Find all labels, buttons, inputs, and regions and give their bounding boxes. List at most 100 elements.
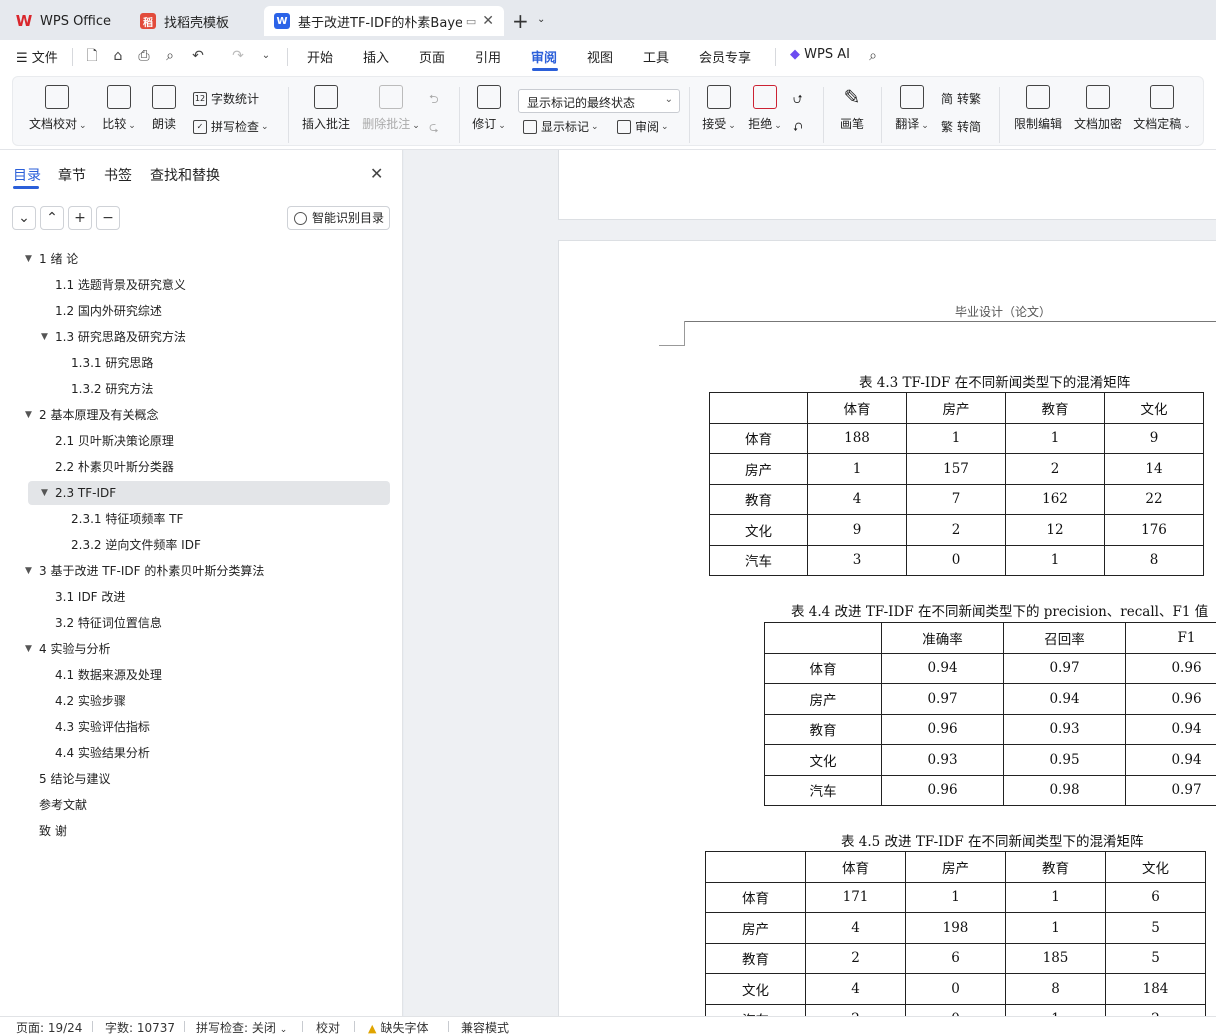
toc-item[interactable]: 2.3.1 特征项频率 TF — [0, 506, 403, 532]
expand-toggle-icon[interactable]: ▼ — [25, 636, 32, 662]
table-cell: 188 — [807, 422, 907, 454]
add-heading-button[interactable]: + — [68, 206, 92, 230]
monitor-icon[interactable]: ▭ — [466, 15, 476, 28]
accept-button[interactable]: 接受 ⌄ — [701, 85, 737, 132]
new-tab-plus-icon[interactable]: + — [512, 9, 529, 33]
undo-icon[interactable]: ↶ — [190, 48, 206, 64]
expand-toggle-icon[interactable]: ▼ — [41, 480, 48, 506]
toc-item[interactable]: 2.3.2 逆向文件频率 IDF — [0, 532, 403, 558]
expand-toggle-icon[interactable]: ▼ — [25, 246, 32, 272]
review-pane-button[interactable]: 审阅 ⌄ — [617, 118, 669, 135]
track-changes-button[interactable]: 修订 ⌄ — [471, 85, 507, 132]
expand-toggle-icon[interactable]: ▼ — [25, 402, 32, 428]
menu-page[interactable]: 页面 — [419, 47, 445, 66]
spell-check-button[interactable]: ✓ 拼写检查 ⌄ — [193, 118, 269, 135]
toc-item[interactable]: 3.1 IDF 改进 — [0, 584, 403, 610]
spell-check-status[interactable]: 拼写检查: 关闭 ⌄ — [196, 1019, 287, 1034]
tab-list-chevron-icon[interactable]: ⌄ — [537, 14, 545, 25]
collapse-up-button[interactable]: ⌃ — [40, 206, 64, 230]
finalize-button[interactable]: 文档定稿 ⌄ — [1133, 85, 1191, 132]
toc-item[interactable]: 4.2 实验步骤 — [0, 688, 403, 714]
remove-heading-button[interactable]: − — [96, 206, 120, 230]
word-count-indicator[interactable]: 字数: 10737 — [105, 1019, 175, 1034]
toc-item[interactable]: ▼ 1 绪 论 — [0, 246, 403, 272]
next-comment-icon[interactable]: ⮎ — [429, 118, 439, 139]
menu-home[interactable]: 开始 — [307, 47, 333, 66]
toc-item[interactable]: 4.1 数据来源及处理 — [0, 662, 403, 688]
toc-item[interactable]: 2.1 贝叶斯决策论原理 — [0, 428, 403, 454]
wps-ai-button[interactable]: ◆ WPS AI — [790, 47, 850, 62]
current-page[interactable]: 毕业设计（论文） 表 4.3 TF-IDF 在不同新闻类型下的混淆矩阵 体育 房产… — [558, 240, 1216, 1016]
toc-item[interactable]: ▼ 4 实验与分析 — [0, 636, 403, 662]
toc-item[interactable]: 5 结论与建议 — [0, 766, 403, 792]
prev-comment-icon[interactable]: ⮌ — [429, 90, 439, 111]
word-count-button[interactable]: 12 字数统计 — [193, 90, 259, 107]
tab-wps-office[interactable]: W WPS Office — [6, 6, 124, 36]
prev-change-icon[interactable]: ⮍ — [793, 90, 803, 111]
tab-template[interactable]: 稻 找稻壳模板 — [130, 6, 260, 36]
toc-item[interactable]: 4.3 实验评估指标 — [0, 714, 403, 740]
expand-toggle-icon[interactable]: ▼ — [41, 324, 48, 350]
active-tab-underline — [13, 186, 39, 189]
toc-item[interactable]: 4.4 实验结果分析 — [0, 740, 403, 766]
menu-tools[interactable]: 工具 — [643, 47, 669, 66]
print-icon[interactable]: ⎙ — [136, 48, 152, 64]
save-icon[interactable]: ⌂ — [110, 48, 126, 64]
markup-state-select[interactable]: 显示标记的最终状态 ⌄ — [518, 89, 680, 113]
insert-comment-button[interactable]: 插入批注 — [301, 85, 351, 132]
sidebar-tab-toc[interactable]: 目录 — [13, 165, 41, 185]
collapse-down-button[interactable]: ⌄ — [12, 206, 36, 230]
toc-item[interactable]: 致 谢 — [0, 818, 403, 844]
next-change-icon[interactable]: ⮏ — [793, 118, 803, 139]
toc-item[interactable]: 1.3.1 研究思路 — [0, 350, 403, 376]
tab-document[interactable]: W 基于改进TF-IDF的朴素Bayes文 ▭ ✕ — [264, 6, 504, 36]
file-menu[interactable]: ☰ 文件 — [16, 47, 58, 66]
menu-insert[interactable]: 插入 — [363, 47, 389, 66]
menu-reference[interactable]: 引用 — [475, 47, 501, 66]
print-preview-icon[interactable]: ⌕ — [162, 48, 178, 64]
menu-member[interactable]: 会员专享 — [699, 47, 751, 66]
show-markup-button[interactable]: 显示标记 ⌄ — [523, 118, 599, 135]
to-traditional-button[interactable]: 简转繁 — [941, 90, 981, 107]
toc-item[interactable]: 2.2 朴素贝叶斯分类器 — [0, 454, 403, 480]
sidebar-tab-bookmark[interactable]: 书签 — [104, 165, 132, 185]
document-canvas[interactable]: 毕业设计（论文） 表 4.3 TF-IDF 在不同新闻类型下的混淆矩阵 体育 房产… — [404, 150, 1216, 1016]
toc-item[interactable]: 3.2 特征词位置信息 — [0, 610, 403, 636]
sidebar-tab-chapter[interactable]: 章节 — [58, 165, 86, 185]
read-aloud-button[interactable]: 朗读 — [149, 85, 179, 132]
close-tab-icon[interactable]: ✕ — [482, 13, 494, 29]
sidebar-tab-find-replace[interactable]: 查找和替换 — [150, 165, 220, 185]
menu-review[interactable]: 审阅 — [531, 47, 557, 66]
close-icon[interactable]: ✕ — [370, 164, 383, 183]
restrict-edit-button[interactable]: 限制编辑 — [1013, 85, 1063, 132]
reject-button[interactable]: 拒绝 ⌄ — [747, 85, 783, 132]
toc-item[interactable]: 参考文献 — [0, 792, 403, 818]
quick-access-more-icon[interactable]: ⌄ — [258, 48, 274, 64]
encrypt-button[interactable]: 文档加密 — [1073, 85, 1123, 132]
table-cell: 体育 — [805, 851, 906, 883]
toc-item[interactable]: ▼ 3 基于改进 TF-IDF 的朴素贝叶斯分类算法 — [0, 558, 403, 584]
improved-confusion-matrix-table: 体育 房产 教育 文化 体育 171 1 1 6 房产 4 198 1 5 教育 2 6 185 5 文化 4 0 8 184… — [705, 851, 1206, 1016]
table-cell: 1 — [1005, 881, 1106, 913]
toc-item[interactable]: ▼ 2 基本原理及有关概念 — [0, 402, 403, 428]
delete-comment-button[interactable]: 删除批注 ⌄ — [361, 85, 421, 132]
toc-item[interactable]: ▼ 1.3 研究思路及研究方法 — [0, 324, 403, 350]
toc-item[interactable]: 1.3.2 研究方法 — [0, 376, 403, 402]
toc-item[interactable]: 1.2 国内外研究综述 — [0, 298, 403, 324]
page-indicator[interactable]: 页面: 19/24 — [16, 1019, 82, 1034]
missing-font-status[interactable]: ▲ 缺失字体 — [368, 1019, 428, 1034]
pen-button[interactable]: ✎ 画笔 — [837, 85, 867, 132]
translate-button[interactable]: 翻译 ⌄ — [893, 85, 931, 132]
proofread-button[interactable]: 文档校对 ⌄ — [29, 85, 87, 132]
proofread-status[interactable]: 校对 — [316, 1019, 340, 1034]
toc-item[interactable]: ▼ 2.3 TF-IDF — [0, 480, 403, 506]
redo-icon[interactable]: ↷ — [230, 48, 246, 64]
to-simplified-button[interactable]: 繁转简 — [941, 118, 981, 135]
smart-toc-button[interactable]: 智能识别目录 — [287, 206, 390, 230]
new-doc-icon[interactable]: 🗋 — [84, 48, 100, 64]
menu-view[interactable]: 视图 — [587, 47, 613, 66]
toc-item[interactable]: 1.1 选题背景及研究意义 — [0, 272, 403, 298]
search-icon[interactable]: ⌕ — [865, 48, 881, 64]
compare-button[interactable]: 比较 ⌄ — [99, 85, 139, 132]
expand-toggle-icon[interactable]: ▼ — [25, 558, 32, 584]
